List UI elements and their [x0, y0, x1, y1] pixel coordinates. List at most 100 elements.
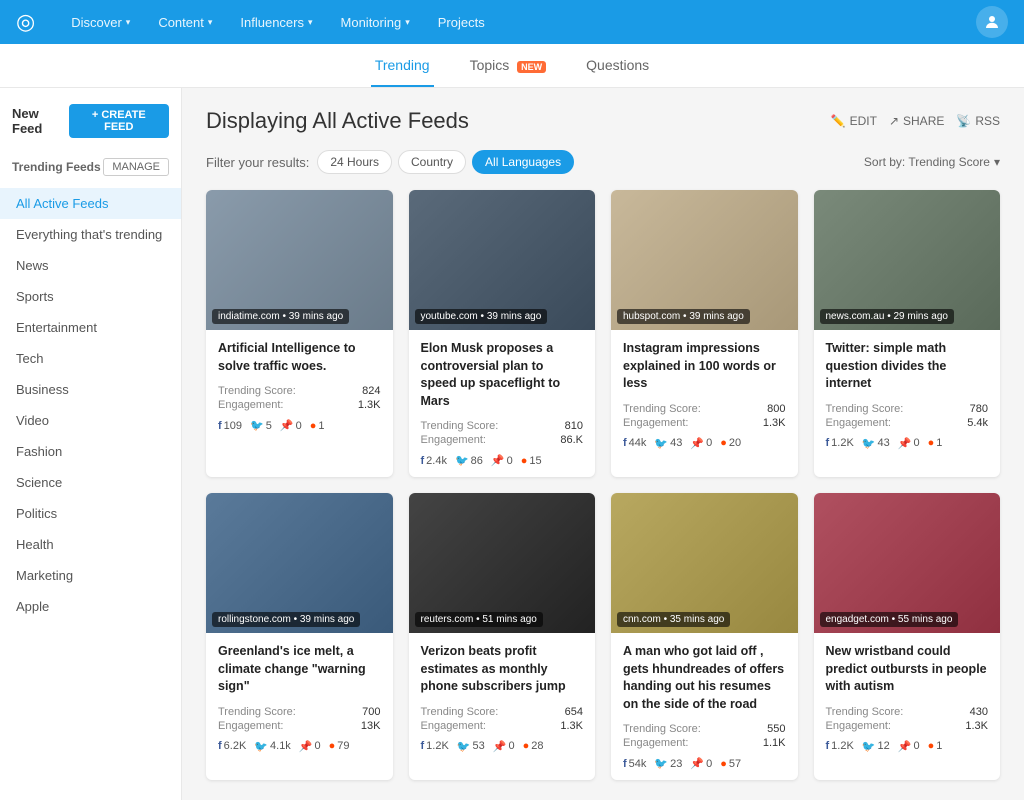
nav-influencers[interactable]: Influencers ▾	[228, 7, 324, 38]
sidebar-item-everything-trending[interactable]: Everything that's trending	[0, 219, 181, 250]
pinterest-value: 0	[706, 437, 712, 449]
engagement-value: 13K	[361, 720, 381, 732]
reddit-icon: ●	[329, 740, 336, 752]
twitter-icon: 🐦	[457, 740, 471, 753]
twitter-count: 🐦 43	[862, 437, 890, 450]
nav-monitoring[interactable]: Monitoring ▾	[329, 7, 422, 38]
card-title: A man who got laid off , gets hhundreade…	[623, 643, 786, 713]
facebook-count: f 2.4k	[421, 455, 447, 467]
sidebar-item-news[interactable]: News	[0, 250, 181, 281]
filter-all-languages[interactable]: All Languages	[472, 150, 574, 174]
nav-discover[interactable]: Discover ▾	[59, 7, 142, 38]
filter-tags: 24 Hours Country All Languages	[317, 150, 574, 174]
article-card[interactable]: reuters.com • 51 mins ago Verizon beats …	[409, 493, 596, 780]
trending-score-row: Trending Score: 654	[421, 706, 584, 718]
engagement-value: 1.3K	[965, 720, 988, 732]
facebook-value: 1.2K	[831, 740, 854, 752]
engagement-value: 5.4k	[967, 417, 988, 429]
filters-row: Filter your results: 24 Hours Country Al…	[206, 150, 1000, 174]
sidebar-item-fashion[interactable]: Fashion	[0, 436, 181, 467]
sidebar-item-apple[interactable]: Apple	[0, 591, 181, 622]
nav-projects[interactable]: Projects	[426, 7, 497, 38]
article-card[interactable]: cnn.com • 35 mins ago A man who got laid…	[611, 493, 798, 780]
facebook-count: f 54k	[623, 758, 646, 770]
article-card[interactable]: hubspot.com • 39 mins ago Instagram impr…	[611, 190, 798, 477]
pinterest-icon: 📌	[898, 740, 912, 753]
sidebar-item-business[interactable]: Business	[0, 374, 181, 405]
card-body: A man who got laid off , gets hhundreade…	[611, 633, 798, 780]
trending-score-value: 800	[767, 403, 785, 415]
sidebar-item-sports[interactable]: Sports	[0, 281, 181, 312]
article-card[interactable]: engadget.com • 55 mins ago New wristband…	[814, 493, 1001, 780]
facebook-icon: f	[623, 758, 627, 770]
tab-topics[interactable]: Topics NEW	[466, 45, 551, 87]
facebook-count: f 6.2K	[218, 740, 246, 752]
pinterest-icon: 📌	[299, 740, 313, 753]
user-avatar[interactable]	[976, 6, 1008, 38]
filter-24hours[interactable]: 24 Hours	[317, 150, 392, 174]
card-source: news.com.au • 29 mins ago	[820, 309, 954, 324]
engagement-row: Engagement: 5.4k	[826, 417, 989, 429]
sidebar-item-health[interactable]: Health	[0, 529, 181, 560]
trending-score-label: Trending Score:	[623, 723, 701, 735]
create-feed-button[interactable]: + CREATE FEED	[69, 104, 169, 138]
app-logo: ◎	[16, 9, 35, 35]
engagement-label: Engagement:	[218, 399, 283, 411]
card-body: New wristband could predict outbursts in…	[814, 633, 1001, 763]
article-card[interactable]: youtube.com • 39 mins ago Elon Musk prop…	[409, 190, 596, 477]
sort-section[interactable]: Sort by: Trending Score ▾	[864, 155, 1000, 169]
social-counts: f 54k 🐦 23 📌 0 ● 57	[623, 757, 786, 770]
article-card[interactable]: news.com.au • 29 mins ago Twitter: simpl…	[814, 190, 1001, 477]
facebook-count: f 44k	[623, 437, 646, 449]
rss-button[interactable]: 📡 RSS	[956, 114, 1000, 128]
card-source: youtube.com • 39 mins ago	[415, 309, 548, 324]
sidebar-item-science[interactable]: Science	[0, 467, 181, 498]
engagement-row: Engagement: 1.3K	[421, 720, 584, 732]
sidebar-item-entertainment[interactable]: Entertainment	[0, 312, 181, 343]
sub-nav: Trending Topics NEW Questions	[0, 44, 1024, 88]
header-actions: ✏️ EDIT ↗ SHARE 📡 RSS	[831, 114, 1000, 128]
twitter-count: 🐦 86	[455, 454, 483, 467]
engagement-value: 1.3K	[358, 399, 381, 411]
trending-feeds-section: Trending Feeds MANAGE	[0, 150, 181, 184]
facebook-icon: f	[421, 740, 425, 752]
manage-button[interactable]: MANAGE	[103, 158, 169, 176]
article-card[interactable]: rollingstone.com • 39 mins ago Greenland…	[206, 493, 393, 780]
card-body: Greenland's ice melt, a climate change "…	[206, 633, 393, 763]
card-body: Twitter: simple math question divides th…	[814, 330, 1001, 460]
card-body: Artificial Intelligence to solve traffic…	[206, 330, 393, 442]
reddit-value: 20	[729, 437, 741, 449]
twitter-count: 🐦 12	[862, 740, 890, 753]
reddit-count: ● 1	[928, 740, 943, 752]
sidebar-item-all-active-feeds[interactable]: All Active Feeds	[0, 188, 181, 219]
sidebar-item-video[interactable]: Video	[0, 405, 181, 436]
card-image: hubspot.com • 39 mins ago	[611, 190, 798, 330]
sidebar-item-politics[interactable]: Politics	[0, 498, 181, 529]
reddit-value: 57	[729, 758, 741, 770]
pinterest-count: 📌 0	[299, 740, 321, 753]
tab-trending[interactable]: Trending	[371, 45, 434, 87]
social-counts: f 2.4k 🐦 86 📌 0 ● 15	[421, 454, 584, 467]
facebook-value: 2.4k	[426, 455, 447, 467]
sidebar-item-tech[interactable]: Tech	[0, 343, 181, 374]
share-button[interactable]: ↗ SHARE	[889, 114, 944, 128]
pinterest-icon: 📌	[280, 419, 294, 432]
pinterest-count: 📌 0	[690, 437, 712, 450]
filter-country[interactable]: Country	[398, 150, 466, 174]
page-title: Displaying All Active Feeds	[206, 108, 469, 134]
facebook-count: f 1.2K	[421, 740, 449, 752]
edit-button[interactable]: ✏️ EDIT	[831, 114, 877, 128]
twitter-count: 🐦 4.1k	[254, 740, 291, 753]
nav-content[interactable]: Content ▾	[146, 7, 224, 38]
facebook-value: 54k	[629, 758, 647, 770]
tab-questions[interactable]: Questions	[582, 45, 653, 87]
card-title: Twitter: simple math question divides th…	[826, 340, 989, 393]
engagement-row: Engagement: 1.3K	[218, 399, 381, 411]
twitter-value: 86	[471, 455, 483, 467]
reddit-value: 79	[337, 740, 349, 752]
sidebar-item-marketing[interactable]: Marketing	[0, 560, 181, 591]
trending-score-value: 810	[565, 420, 583, 432]
article-card[interactable]: indiatime.com • 39 mins ago Artificial I…	[206, 190, 393, 477]
reddit-value: 1	[318, 420, 324, 432]
card-image: rollingstone.com • 39 mins ago	[206, 493, 393, 633]
